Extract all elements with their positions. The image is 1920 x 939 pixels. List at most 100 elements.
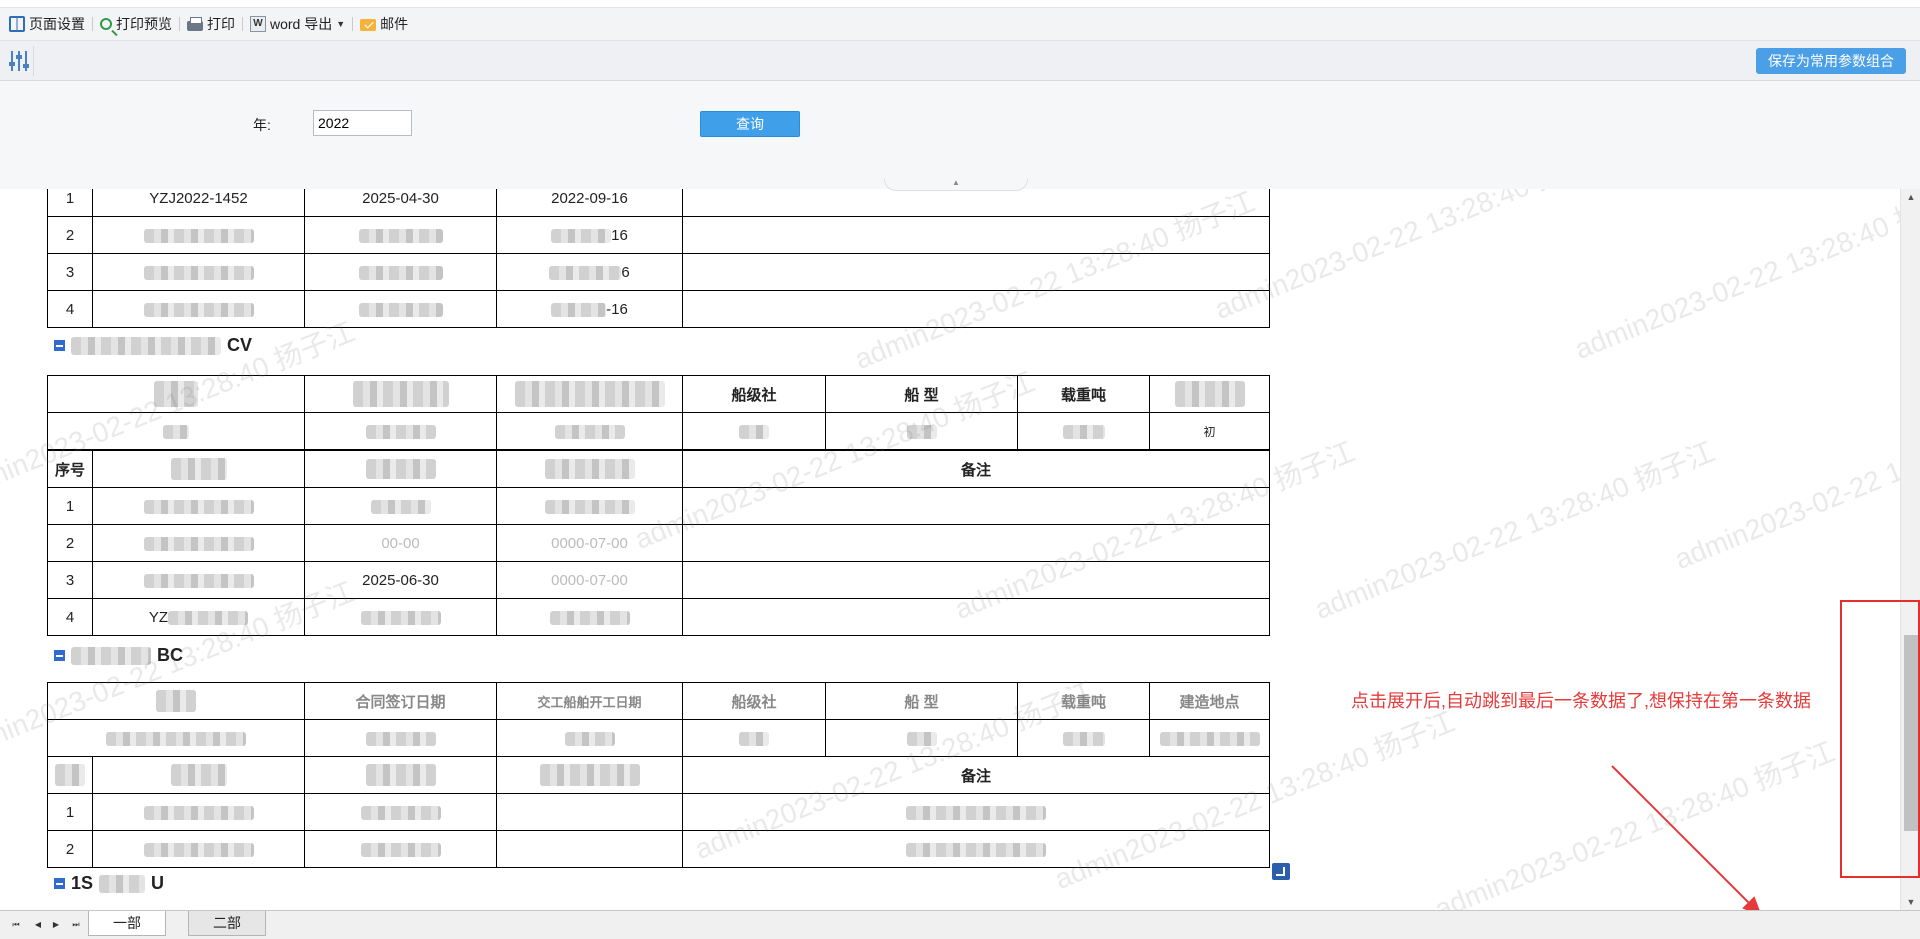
header-redacted <box>47 375 305 413</box>
header-redacted <box>92 756 305 794</box>
header-ship-type: 船 型 <box>825 682 1018 720</box>
sub-redacted <box>496 412 683 450</box>
header-dwt: 载重吨 <box>1017 682 1150 720</box>
sub-redacted <box>1017 719 1150 757</box>
annotation-highlight-box <box>1840 600 1920 878</box>
redacted-cell <box>682 830 1270 868</box>
row-index: 1 <box>47 189 93 217</box>
header-seq: 序号 <box>47 450 93 488</box>
redacted-cell <box>92 216 305 254</box>
section-title-suffix: U <box>151 873 165 893</box>
collapse-icon[interactable] <box>54 650 65 661</box>
date-cell: 00-00 <box>304 524 497 562</box>
next-sheet-icon[interactable]: ▶ <box>50 919 62 931</box>
mail-icon <box>360 19 377 31</box>
remark-cell <box>682 253 1270 291</box>
sub-redacted <box>496 719 683 757</box>
sheet-tab-1[interactable]: 一部 <box>88 911 166 936</box>
date-cell: 2025-04-30 <box>304 189 497 217</box>
table-row: 4 -16 <box>47 290 1270 328</box>
redacted-cell <box>304 253 497 291</box>
header-redacted <box>304 756 497 794</box>
redacted-cell <box>496 487 683 525</box>
collapse-icon[interactable] <box>54 340 65 351</box>
table-row: 3 6 <box>47 253 1270 291</box>
redacted-cell <box>92 830 305 868</box>
print-button[interactable]: 打印 <box>180 12 242 36</box>
date-fragment: -16 <box>606 300 628 318</box>
header-row: 船级社 船 型 载重吨 <box>47 375 1270 413</box>
table-row: 1 <box>47 793 1270 831</box>
page-setup-button[interactable]: 页面设置 <box>2 12 92 36</box>
row-index: 4 <box>47 598 93 636</box>
header-redacted <box>496 756 683 794</box>
watermark: admin2023-02-22 13:28:40 扬子江 <box>1670 386 1900 575</box>
table-row: 2 <box>47 830 1270 868</box>
remark-cell <box>682 524 1270 562</box>
report-table-3: 合同签订日期 交工船舶开工日期 船级社 船 型 载重吨 建造地点 <box>47 682 1270 757</box>
redacted-title <box>71 336 221 355</box>
sheet-tab-2[interactable]: 二部 <box>188 911 266 936</box>
collapse-icon[interactable] <box>54 878 65 889</box>
sub-redacted <box>304 412 497 450</box>
section-title-4[interactable]: 1S U <box>54 873 164 894</box>
section-title-prefix: 1S <box>71 873 94 893</box>
redacted-cell <box>92 253 305 291</box>
query-button[interactable]: 查询 <box>700 111 800 137</box>
word-export-button[interactable]: W word 导出 ▼ <box>243 12 352 36</box>
sub-redacted <box>825 719 1018 757</box>
sub-redacted <box>682 412 826 450</box>
year-input[interactable] <box>313 110 412 136</box>
date-cell: 16 <box>496 216 683 254</box>
header-remark: 备注 <box>682 756 1270 794</box>
prev-sheet-icon[interactable]: ◀ <box>32 919 44 931</box>
redacted-cell <box>304 830 497 868</box>
date-cell: 2025-06-30 <box>304 561 497 599</box>
section-title-suffix: CV <box>227 335 253 355</box>
remark-cell <box>682 598 1270 636</box>
save-param-combo-button[interactable]: 保存为常用参数组合 <box>1756 48 1906 74</box>
table-row: 2 00-00 0000-07-00 <box>47 524 1270 562</box>
header-redacted <box>47 682 305 720</box>
date-cell: 0000-07-00 <box>496 561 683 599</box>
report-table-1: 1 YZJ2022-1452 2025-04-30 2022-09-16 2 1… <box>47 189 1270 328</box>
sub-redacted <box>825 412 1018 450</box>
mail-button[interactable]: 邮件 <box>353 12 415 36</box>
header-row: 序号 备注 <box>47 450 1270 488</box>
scroll-down-icon[interactable]: ▼ <box>1901 894 1920 910</box>
collapse-panel-handle[interactable]: ▲ <box>884 179 1028 191</box>
sub-redacted <box>1149 719 1270 757</box>
row-index: 1 <box>47 487 93 525</box>
redacted-cell <box>92 561 305 599</box>
parameter-bar: 保存为常用参数组合 <box>0 41 1920 81</box>
word-export-label: word 导出 <box>270 16 333 32</box>
print-preview-button[interactable]: 打印预览 <box>93 12 179 36</box>
sliders-icon <box>8 51 29 71</box>
last-sheet-icon[interactable]: ⏭ <box>70 919 82 931</box>
section-title-2[interactable]: CV <box>54 335 252 356</box>
query-panel: 年: 查询 <box>0 81 1920 189</box>
date-cell: 2022-09-16 <box>496 189 683 217</box>
table-row: 1 <box>47 487 1270 525</box>
redacted-cell <box>304 290 497 328</box>
code-fragment: YZ <box>148 608 169 626</box>
header-ship-type: 船 型 <box>825 375 1018 413</box>
sub-redacted <box>47 412 305 450</box>
subheader-row: 初 <box>47 412 1270 450</box>
redacted-cell <box>92 290 305 328</box>
sub-redacted <box>682 719 826 757</box>
annotation-arrow <box>1611 765 1760 910</box>
page-setup-icon <box>9 16 25 32</box>
report-canvas: 1 YZJ2022-1452 2025-04-30 2022-09-16 2 1… <box>0 189 1900 910</box>
header-start-date: 交工船舶开工日期 <box>496 682 683 720</box>
header-redacted <box>496 375 683 413</box>
date-fragment: 16 <box>611 226 628 244</box>
scroll-up-icon[interactable]: ▲ <box>1901 189 1920 205</box>
first-sheet-icon[interactable]: ⏮ <box>10 919 22 931</box>
section-title-3[interactable]: BC <box>54 645 183 666</box>
expand-icon[interactable] <box>1272 863 1290 880</box>
parameter-toggle-button[interactable] <box>4 46 34 76</box>
remark-cell <box>682 189 1270 217</box>
empty-cell <box>496 793 683 831</box>
redacted-cell <box>304 487 497 525</box>
